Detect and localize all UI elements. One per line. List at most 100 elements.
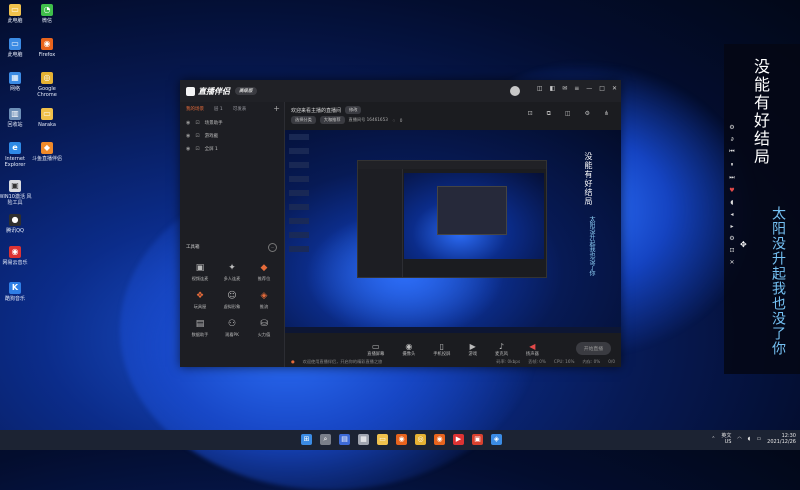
desktop-icon[interactable]: ◔ 微信 bbox=[28, 4, 66, 24]
subcategory-select[interactable]: 大咖推荐 bbox=[319, 116, 345, 124]
search-icon[interactable]: ⌕ bbox=[320, 434, 331, 445]
ime-indicator[interactable]: 英文 US bbox=[721, 433, 731, 445]
tab-layer[interactable]: 层 1 bbox=[214, 106, 223, 112]
settings-icon[interactable]: ⚙ bbox=[585, 110, 590, 118]
desktop-icon-label: 网易云音乐 bbox=[2, 260, 28, 266]
eye-icon[interactable]: ◉ bbox=[186, 146, 190, 152]
settings-icon[interactable]: ⚙ bbox=[726, 124, 738, 131]
tool-data[interactable]: ▤ 数据助手 bbox=[184, 318, 216, 338]
eye-icon[interactable]: ◉ bbox=[186, 120, 190, 126]
volume-icon[interactable]: ◖ bbox=[726, 199, 738, 206]
minimize-icon[interactable]: — bbox=[586, 85, 592, 92]
prev-icon[interactable]: ⏮ bbox=[726, 148, 738, 156]
close-icon[interactable]: ✕ bbox=[726, 259, 738, 266]
firefox-icon[interactable]: ◉ bbox=[396, 434, 407, 445]
layout-icon[interactable]: ◫ bbox=[565, 110, 571, 118]
control-game[interactable]: ▶ 游戏 bbox=[468, 342, 477, 357]
battery-icon[interactable]: ▭ bbox=[756, 436, 761, 442]
arrow-right-icon[interactable]: ▸ bbox=[726, 223, 738, 230]
lock-icon[interactable]: ⊡ bbox=[195, 120, 199, 126]
maximize-icon[interactable]: □ bbox=[599, 85, 605, 92]
pause-icon[interactable]: ⏸ bbox=[726, 161, 738, 169]
control-mic[interactable]: ♪ 麦克风 bbox=[495, 342, 508, 357]
chrome-icon[interactable]: ◎ bbox=[415, 434, 426, 445]
taskbar: ⊞ ⌕ ▤ ▦ ▭ ◉ ◎ ◉ ▶ ▣ ◈ ⌃ 英文 US ◠ ◖ ▭ 12:3… bbox=[0, 430, 800, 450]
desktop-icon[interactable]: ▭ Naraka bbox=[28, 108, 66, 128]
tool-multi-link[interactable]: ✦ 多人连麦 bbox=[216, 262, 248, 282]
add-scene-icon[interactable]: + bbox=[273, 104, 280, 113]
start-live-button[interactable]: 开始直播 bbox=[575, 342, 611, 355]
stat-cpu: CPU: 16% bbox=[553, 359, 575, 364]
task-view-icon[interactable]: ▤ bbox=[339, 434, 350, 445]
arrow-left-icon[interactable]: ◂ bbox=[726, 211, 738, 218]
clock[interactable]: 12:30 2021/12/26 bbox=[767, 433, 796, 445]
layer-name: 全屏 1 bbox=[204, 146, 218, 152]
scene-panel: 我的场景 层 1 可发表 + ◉ ⊡ 场景助手 ◉ ⊡ 游戏截 ◉ ⊡ 全屏 1 工具箱 …… bbox=[180, 102, 285, 367]
share-icon[interactable]: ⋔ bbox=[604, 110, 609, 118]
user-avatar[interactable] bbox=[510, 86, 520, 96]
tab-my-scene[interactable]: 我的场景 bbox=[186, 106, 204, 112]
tab-publish[interactable]: 可发表 bbox=[233, 106, 247, 112]
desktop-icon[interactable]: ◎ Google Chrome bbox=[28, 72, 66, 98]
tool-stream[interactable]: ◈ 推流 bbox=[248, 290, 280, 310]
copy-icon[interactable]: ⧉ bbox=[547, 110, 551, 118]
more-tools-icon[interactable]: … bbox=[268, 243, 277, 252]
multi-user-icon: ✦ bbox=[228, 263, 236, 273]
menu-icon[interactable]: ≡ bbox=[574, 85, 579, 92]
desktop-icon[interactable]: ● 腾讯QQ bbox=[0, 214, 34, 234]
app-titlebar[interactable]: 直播伴侣 高级版 ◫ ◧ ✉ ≡ — □ ✕ bbox=[180, 80, 621, 102]
video-app-icon[interactable]: ▶ bbox=[453, 434, 464, 445]
move-icon[interactable]: ✥ bbox=[740, 240, 747, 249]
heart-icon[interactable]: ♥ bbox=[726, 187, 738, 194]
settings-icon[interactable]: ⚙ bbox=[726, 235, 738, 242]
desktop-icon[interactable]: K 酷狗音乐 bbox=[0, 282, 34, 302]
file-explorer-icon[interactable]: ▭ bbox=[377, 434, 388, 445]
app-icon[interactable]: ◈ bbox=[491, 434, 502, 445]
edit-room-button[interactable]: 修改 bbox=[345, 106, 362, 114]
stream-preview[interactable]: 没能有好结局 太阳没升起我也没了你 bbox=[285, 130, 621, 333]
control-phone[interactable]: ▯ 手机投屏 bbox=[433, 342, 450, 357]
mic-icon: ♪ bbox=[498, 341, 505, 351]
browser-icon[interactable]: ◉ bbox=[434, 434, 445, 445]
mail-icon[interactable]: ✉ bbox=[562, 85, 567, 92]
version-badge[interactable]: 高级版 bbox=[235, 87, 257, 95]
layer-item[interactable]: ◉ ⊡ 场景助手 bbox=[180, 116, 284, 129]
lock-icon[interactable]: ⊡ bbox=[195, 133, 199, 139]
desktop-icon[interactable]: ◉ 网易云音乐 bbox=[0, 246, 34, 266]
status-message[interactable]: 欢迎使用直播伴侣，开启你的精彩直播之旅 bbox=[303, 359, 383, 365]
stream-app-icon[interactable]: ▣ bbox=[472, 434, 483, 445]
lock-icon[interactable]: ⊡ bbox=[726, 247, 738, 254]
volume-icon[interactable]: ◖ bbox=[748, 436, 751, 442]
start-icon[interactable]: ⊞ bbox=[301, 434, 312, 445]
gift-icon[interactable]: ◧ bbox=[550, 85, 556, 92]
desktop-icon[interactable]: ▣ WIN10激活 风险工具 bbox=[0, 180, 34, 206]
desktop-icon-label: Naraka bbox=[38, 122, 56, 128]
eye-icon[interactable]: ◉ bbox=[186, 133, 190, 139]
notification-icon[interactable]: ◫ bbox=[537, 85, 543, 92]
desktop-icon[interactable]: ◉ Firefox bbox=[28, 38, 66, 58]
layer-item[interactable]: ◉ ⊡ 全屏 1 bbox=[180, 142, 284, 155]
lock-icon[interactable]: ⊡ bbox=[528, 110, 533, 118]
desktop-icon[interactable]: ◆ 斗鱼直播伴侣 bbox=[28, 142, 66, 162]
tool-video-link[interactable]: ▣ 视频连麦 bbox=[184, 262, 216, 282]
control-camera[interactable]: ◉ 摄像头 bbox=[402, 342, 415, 357]
repeat-icon[interactable]: ∂ bbox=[726, 136, 738, 143]
tool-label: 推荐位 bbox=[257, 276, 271, 281]
tool-fire[interactable]: ⛁ 火力值 bbox=[248, 318, 280, 338]
next-icon[interactable]: ⏭ bbox=[726, 174, 738, 182]
lyric-line-2: 太阳没升起我也没了你 bbox=[770, 206, 786, 356]
lock-icon[interactable]: ⊡ bbox=[195, 146, 199, 152]
tool-avatar[interactable]: ☺ 虚拟形象 bbox=[216, 290, 248, 310]
wifi-icon[interactable]: ◠ bbox=[737, 436, 741, 442]
tool-recommend[interactable]: ◆ 推荐位 bbox=[248, 262, 280, 282]
tool-toy-house[interactable]: ❖ 玩具屋 bbox=[184, 290, 216, 310]
layer-item[interactable]: ◉ ⊡ 游戏截 bbox=[180, 129, 284, 142]
chevron-up-icon[interactable]: ⌃ bbox=[711, 436, 715, 442]
category-select[interactable]: 选择分类 bbox=[291, 116, 316, 124]
tool-pk[interactable]: ⚇ 观看PK bbox=[216, 318, 248, 338]
data-icon: ▤ bbox=[195, 319, 205, 329]
close-icon[interactable]: ✕ bbox=[612, 85, 617, 92]
control-screen[interactable]: ▭ 直播屏幕 bbox=[367, 342, 384, 357]
widgets-icon[interactable]: ▦ bbox=[358, 434, 369, 445]
control-speaker[interactable]: ◀ 扬声器 bbox=[526, 342, 539, 357]
